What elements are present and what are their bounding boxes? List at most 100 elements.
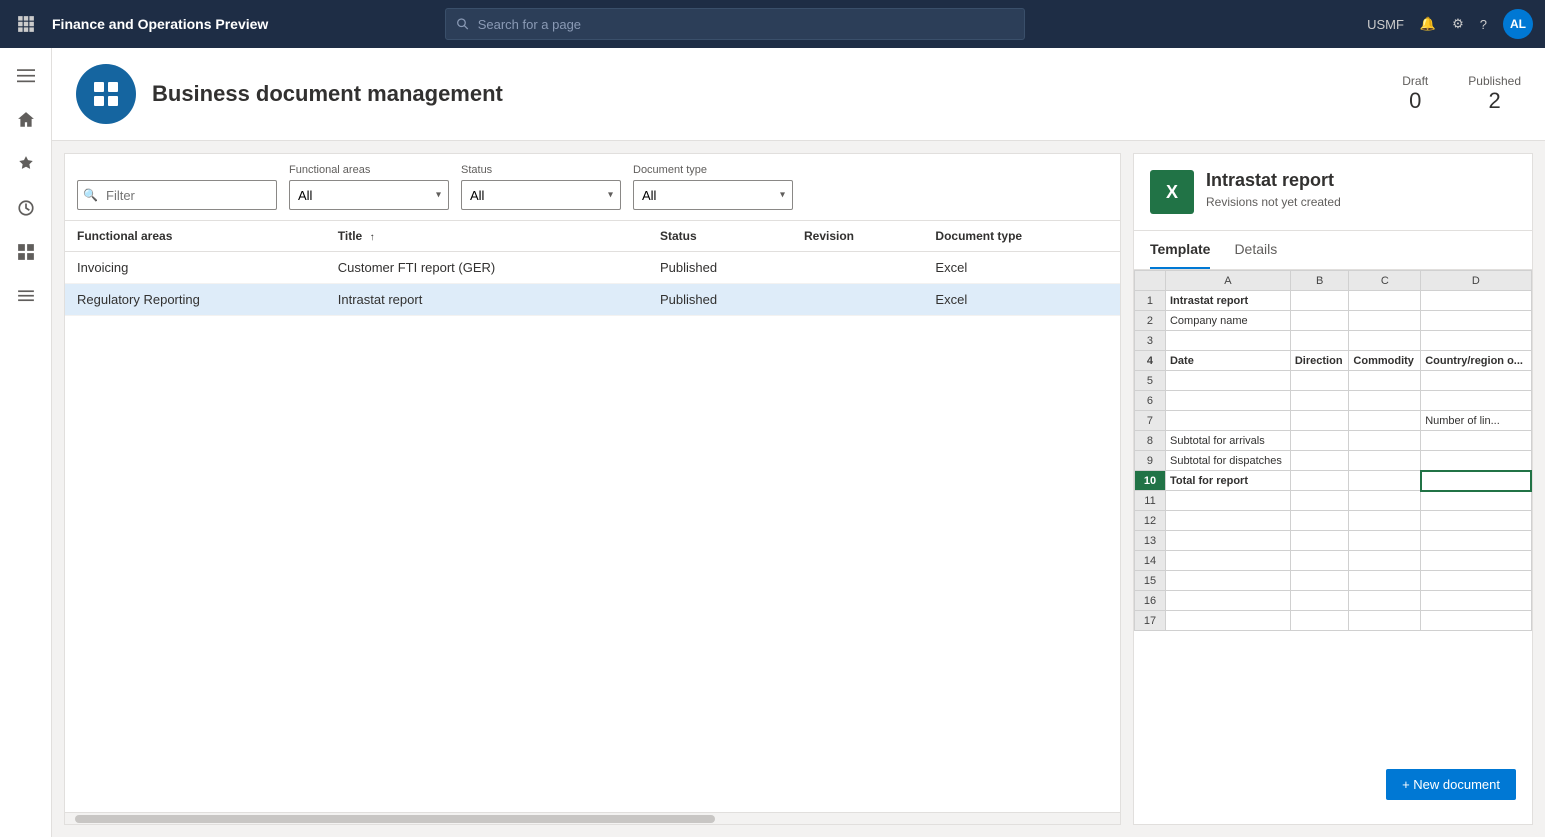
table-row[interactable]: Regulatory Reporting Intrastat report Pu… bbox=[65, 284, 1120, 316]
scrollbar-thumb[interactable] bbox=[75, 815, 715, 823]
settings-icon[interactable]: ⚙ bbox=[1452, 16, 1464, 32]
search-bar[interactable] bbox=[445, 8, 1025, 40]
notification-icon[interactable]: 🔔 bbox=[1420, 16, 1436, 32]
new-document-button[interactable]: + New document bbox=[1386, 769, 1516, 800]
sidebar-favorites-icon[interactable] bbox=[6, 144, 46, 184]
cell-title: Customer FTI report (GER) bbox=[326, 252, 648, 284]
filter-search-wrap: 🔍 bbox=[77, 180, 277, 210]
excel-grid: ABCD1Intrastat report2Company name34Date… bbox=[1134, 270, 1532, 757]
sidebar-collapse-icon[interactable] bbox=[6, 56, 46, 96]
excel-row: 13 bbox=[1135, 531, 1532, 551]
page-header: Business document management Draft 0 Pub… bbox=[52, 48, 1545, 141]
filter-input[interactable] bbox=[77, 180, 277, 210]
company-selector[interactable]: USMF bbox=[1367, 17, 1404, 32]
table-body: Invoicing Customer FTI report (GER) Publ… bbox=[65, 252, 1120, 316]
excel-row: 8Subtotal for arrivals bbox=[1135, 431, 1532, 451]
help-icon[interactable]: ? bbox=[1480, 17, 1487, 32]
document-type-filter-label: Document type bbox=[633, 164, 793, 176]
cell-document-type: Excel bbox=[923, 284, 1120, 316]
excel-row: 9Subtotal for dispatches bbox=[1135, 451, 1532, 471]
sort-icon: ↑ bbox=[370, 232, 375, 243]
filter-search-group: 🔍 bbox=[77, 180, 277, 210]
functional-areas-select-wrap: All ▾ bbox=[289, 180, 449, 210]
app-title: Finance and Operations Preview bbox=[52, 16, 268, 32]
cell-status: Published bbox=[648, 284, 792, 316]
documents-table: Functional areas Title ↑ Status Revision… bbox=[65, 221, 1120, 316]
functional-areas-filter-group: Functional areas All ▾ bbox=[289, 164, 449, 210]
excel-row: 11 bbox=[1135, 491, 1532, 511]
sidebar-modules-icon[interactable] bbox=[6, 276, 46, 316]
cell-functional-areas: Regulatory Reporting bbox=[65, 284, 326, 316]
top-navigation: Finance and Operations Preview USMF 🔔 ⚙ … bbox=[0, 0, 1545, 48]
table-panel: 🔍 Functional areas All ▾ bbox=[52, 141, 1545, 837]
tab-template[interactable]: Template bbox=[1150, 231, 1210, 269]
sidebar-workspaces-icon[interactable] bbox=[6, 232, 46, 272]
status-select-wrap: All ▾ bbox=[461, 180, 621, 210]
table-header-row: Functional areas Title ↑ Status Revision… bbox=[65, 221, 1120, 252]
functional-areas-filter-label: Functional areas bbox=[289, 164, 449, 176]
excel-row: 14 bbox=[1135, 551, 1532, 571]
search-input[interactable] bbox=[478, 17, 1015, 32]
draft-value: 0 bbox=[1402, 88, 1428, 114]
col-title[interactable]: Title ↑ bbox=[326, 221, 648, 252]
published-stat: Published 2 bbox=[1468, 74, 1521, 114]
document-type-filter-group: Document type All ▾ bbox=[633, 164, 793, 210]
col-document-type[interactable]: Document type bbox=[923, 221, 1120, 252]
excel-row: 12 bbox=[1135, 511, 1532, 531]
col-status[interactable]: Status bbox=[648, 221, 792, 252]
filters-bar: 🔍 Functional areas All ▾ bbox=[65, 154, 1120, 221]
page-title: Business document management bbox=[152, 81, 503, 107]
horizontal-scrollbar[interactable] bbox=[65, 812, 1120, 824]
excel-preview: ABCD1Intrastat report2Company name34Date… bbox=[1134, 270, 1532, 757]
user-avatar[interactable]: AL bbox=[1503, 9, 1533, 39]
excel-row: 1Intrastat report bbox=[1135, 291, 1532, 311]
right-panel-header: X Intrastat report Revisions not yet cre… bbox=[1134, 154, 1532, 231]
nav-right-area: USMF 🔔 ⚙ ? AL bbox=[1367, 9, 1533, 39]
sidebar-recent-icon[interactable] bbox=[6, 188, 46, 228]
page-stats: Draft 0 Published 2 bbox=[1402, 74, 1521, 114]
excel-row: 17 bbox=[1135, 611, 1532, 631]
excel-row: 16 bbox=[1135, 591, 1532, 611]
excel-preview-table: ABCD1Intrastat report2Company name34Date… bbox=[1134, 270, 1532, 631]
status-select[interactable]: All bbox=[461, 180, 621, 210]
right-panel-title: Intrastat report bbox=[1206, 170, 1341, 191]
status-filter-label: Status bbox=[461, 164, 621, 176]
excel-row: 4DateDirectionCommodityCountry/region o.… bbox=[1135, 351, 1532, 371]
table-section: 🔍 Functional areas All ▾ bbox=[64, 153, 1121, 825]
excel-row: 3 bbox=[1135, 331, 1532, 351]
draft-label: Draft bbox=[1402, 74, 1428, 88]
search-icon bbox=[456, 17, 469, 31]
excel-row: 10Total for report bbox=[1135, 471, 1532, 491]
excel-row: 7Number of lin... bbox=[1135, 411, 1532, 431]
excel-row: 5 bbox=[1135, 371, 1532, 391]
sidebar bbox=[0, 48, 52, 837]
published-label: Published bbox=[1468, 74, 1521, 88]
document-type-select[interactable]: All bbox=[633, 180, 793, 210]
excel-icon: X bbox=[1150, 170, 1194, 214]
draft-stat: Draft 0 bbox=[1402, 74, 1428, 114]
cell-functional-areas: Invoicing bbox=[65, 252, 326, 284]
col-revision[interactable]: Revision bbox=[792, 221, 923, 252]
sidebar-home-icon[interactable] bbox=[6, 100, 46, 140]
tab-details[interactable]: Details bbox=[1234, 231, 1277, 269]
status-filter-group: Status All ▾ bbox=[461, 164, 621, 210]
col-functional-areas[interactable]: Functional areas bbox=[65, 221, 326, 252]
page-module-icon bbox=[76, 64, 136, 124]
cell-title: Intrastat report bbox=[326, 284, 648, 316]
published-value: 2 bbox=[1468, 88, 1521, 114]
table-row[interactable]: Invoicing Customer FTI report (GER) Publ… bbox=[65, 252, 1120, 284]
content-area: Business document management Draft 0 Pub… bbox=[52, 48, 1545, 837]
main-layout: Business document management Draft 0 Pub… bbox=[0, 48, 1545, 837]
grid-menu-icon[interactable] bbox=[12, 10, 40, 38]
functional-areas-select[interactable]: All bbox=[289, 180, 449, 210]
excel-row: 15 bbox=[1135, 571, 1532, 591]
excel-row: 2Company name bbox=[1135, 311, 1532, 331]
right-panel-info: Intrastat report Revisions not yet creat… bbox=[1206, 170, 1341, 209]
cell-status: Published bbox=[648, 252, 792, 284]
filter-search-icon: 🔍 bbox=[83, 188, 98, 202]
cell-revision bbox=[792, 284, 923, 316]
table-scroll-area[interactable]: Functional areas Title ↑ Status Revision… bbox=[65, 221, 1120, 812]
right-panel: X Intrastat report Revisions not yet cre… bbox=[1133, 153, 1533, 825]
excel-row: 6 bbox=[1135, 391, 1532, 411]
cell-revision bbox=[792, 252, 923, 284]
